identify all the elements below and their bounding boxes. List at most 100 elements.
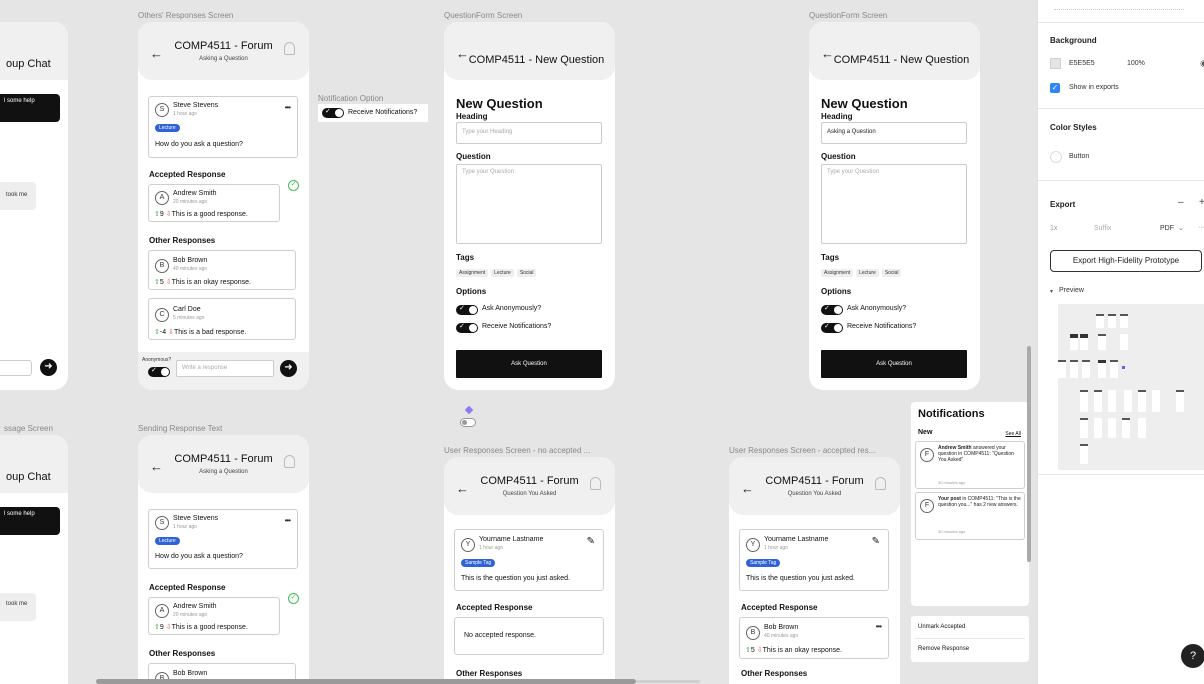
more-icon[interactable]: ••• <box>876 622 882 631</box>
preview-caret-icon[interactable]: ▾ <box>1050 288 1053 295</box>
minus-icon[interactable]: – <box>1178 197 1184 208</box>
divider <box>1038 108 1204 109</box>
more-icon[interactable]: ••• <box>285 103 291 112</box>
divider <box>1038 180 1204 181</box>
help-button[interactable]: ? <box>1181 644 1204 668</box>
export-button[interactable]: Export High-Fidelity Prototype <box>1050 250 1202 272</box>
thumb-block <box>1070 334 1078 350</box>
chevron-down-icon[interactable]: ⌄ <box>1178 224 1184 232</box>
send-icon[interactable]: ➜ <box>280 360 297 377</box>
eye-icon[interactable]: ◉ <box>1200 58 1204 69</box>
avatar: S <box>155 103 169 117</box>
question-card: Y Yourname Lastname 1 hour ago ✎ Sample … <box>739 529 889 591</box>
divider <box>1038 474 1204 475</box>
canvas-scrollbar-vertical[interactable] <box>1027 346 1031 562</box>
forum-header: ← COMP4511 - Forum Question You Asked <box>729 457 900 515</box>
edit-pencil-icon[interactable]: ✎ <box>872 536 880 547</box>
show-in-exports-label: Show in exports <box>1069 84 1119 91</box>
background-swatch[interactable] <box>1050 58 1061 69</box>
question-time: 1 hour ago <box>764 545 788 551</box>
preview-label[interactable]: Preview <box>1059 287 1084 294</box>
tag-chip[interactable]: Assignment <box>456 269 489 277</box>
canvas-scrollbar-horizontal[interactable] <box>96 679 636 684</box>
tags-label: Tags <box>821 253 840 262</box>
unmark-accepted-item[interactable]: Unmark Accepted <box>918 624 965 630</box>
user-no-accepted-frame: ← COMP4511 - Forum Question You Asked Y … <box>444 457 615 684</box>
other-heading: Other Responses <box>741 669 808 678</box>
color-style-button[interactable]: Button <box>1069 153 1089 160</box>
question-card: S Steve Stevens 1 hour ago ••• Lecture H… <box>148 509 298 569</box>
bell-icon[interactable] <box>284 42 295 55</box>
thumb-block <box>1098 360 1106 378</box>
thumb-block <box>1094 418 1102 438</box>
show-in-exports-checkbox[interactable]: ✓ <box>1050 83 1060 93</box>
question-label: Question <box>456 152 491 161</box>
color-style-swatch[interactable] <box>1050 151 1062 163</box>
thumb-block <box>1058 360 1066 378</box>
response-author: Bob Brown <box>173 257 208 264</box>
notifications-panel: Notifications New See All F Andrew Smith… <box>911 402 1029 606</box>
bell-icon[interactable] <box>875 477 886 490</box>
anonymous-toggle[interactable] <box>148 366 170 377</box>
bell-icon[interactable] <box>284 455 295 468</box>
export-suffix[interactable]: Suffix <box>1094 225 1111 232</box>
user-accepted-frame: ← COMP4511 - Forum Question You Asked Y … <box>729 457 900 684</box>
receive-notifications-toggle[interactable] <box>456 322 478 333</box>
plus-icon[interactable]: + <box>1199 197 1204 208</box>
receive-notifications-text: Receive Notifications? <box>482 323 552 330</box>
sending-response-frame: ← COMP4511 - Forum Asking a Question S S… <box>138 435 309 684</box>
accepted-heading: Accepted Response <box>741 603 818 612</box>
response-time: 20 minutes ago <box>173 612 208 618</box>
remove-response-item[interactable]: Remove Response <box>918 646 969 652</box>
chat-send-icon[interactable]: ➜ <box>40 359 57 376</box>
tag-list: Assignment Lecture Social <box>456 267 539 277</box>
response-time: 40 minutes ago <box>173 266 208 272</box>
forum-subtitle: Question You Asked <box>787 491 842 497</box>
receive-notifications-text: Receive Notifications? <box>847 323 917 330</box>
other-heading: Other Responses <box>456 669 523 678</box>
tag-chip[interactable]: Social <box>881 269 902 277</box>
tag-chip[interactable]: Lecture <box>856 269 879 277</box>
tag-chip[interactable]: Lecture <box>491 269 514 277</box>
see-all-link[interactable]: See All <box>1005 431 1021 437</box>
response-votes: ⇧5 ⇩This is an okay response. <box>154 279 251 286</box>
question-tag: Sample Tag <box>461 559 496 567</box>
ask-anonymously-toggle[interactable] <box>456 304 478 315</box>
export-scale[interactable]: 1x <box>1050 225 1057 232</box>
background-hex[interactable]: E5E5E5 <box>1069 60 1095 67</box>
receive-notifications-toggle[interactable] <box>821 322 843 333</box>
heading-input-filled[interactable]: Asking a Question <box>821 122 967 144</box>
response-card: A Andrew Smith 20 minutes ago ⇧9 ⇩This i… <box>148 184 280 222</box>
receive-notifications-toggle[interactable] <box>322 107 344 118</box>
avatar: Y <box>461 538 475 552</box>
ask-question-button[interactable]: Ask Question <box>821 350 967 378</box>
question-form-label-2: QuestionForm Screen <box>809 11 888 20</box>
background-opacity[interactable]: 100% <box>1127 60 1145 67</box>
no-accepted-card: No accepted response. <box>454 617 604 655</box>
more-icon[interactable]: ••• <box>285 516 291 525</box>
thumb-block <box>1080 444 1088 464</box>
ask-anonymously-toggle[interactable] <box>821 304 843 315</box>
accepted-check-icon: ✓ <box>288 180 299 191</box>
edit-pencil-icon[interactable]: ✎ <box>587 536 595 547</box>
export-format[interactable]: PDF <box>1160 225 1174 232</box>
tag-chip[interactable]: Assignment <box>821 269 854 277</box>
question-input[interactable]: Type your Question <box>821 164 967 244</box>
response-votes: ⇧-4 ⇩This is a bad response. <box>154 329 247 336</box>
more-options-icon[interactable]: ··· <box>1198 224 1204 231</box>
chat-input[interactable] <box>0 360 32 376</box>
notification-item[interactable]: F Andrew Smith answered your question in… <box>915 441 1025 489</box>
properties-panel: Background E5E5E5 100% ◉ ✓ Show in expor… <box>1037 0 1204 684</box>
bell-icon[interactable] <box>590 477 601 490</box>
tag-chip[interactable]: Social <box>516 269 537 277</box>
ask-question-button[interactable]: Ask Question <box>456 350 602 378</box>
question-author: Steve Stevens <box>173 515 219 522</box>
question-input[interactable]: Type your Question <box>456 164 602 244</box>
heading-input[interactable]: Type your Heading <box>456 122 602 144</box>
forum-header: ← COMP4511 - Forum Asking a Question <box>138 22 309 80</box>
user-no-accepted-label: User Responses Screen - no accepted ... <box>444 446 591 455</box>
notification-item[interactable]: F Your post in COMP4511: "This is the qu… <box>915 492 1025 540</box>
form-header: ← COMP4511 - New Question <box>809 22 980 80</box>
receive-notifications-text: Receive Notifications? <box>348 109 418 116</box>
response-input[interactable]: Write a response <box>176 360 274 377</box>
